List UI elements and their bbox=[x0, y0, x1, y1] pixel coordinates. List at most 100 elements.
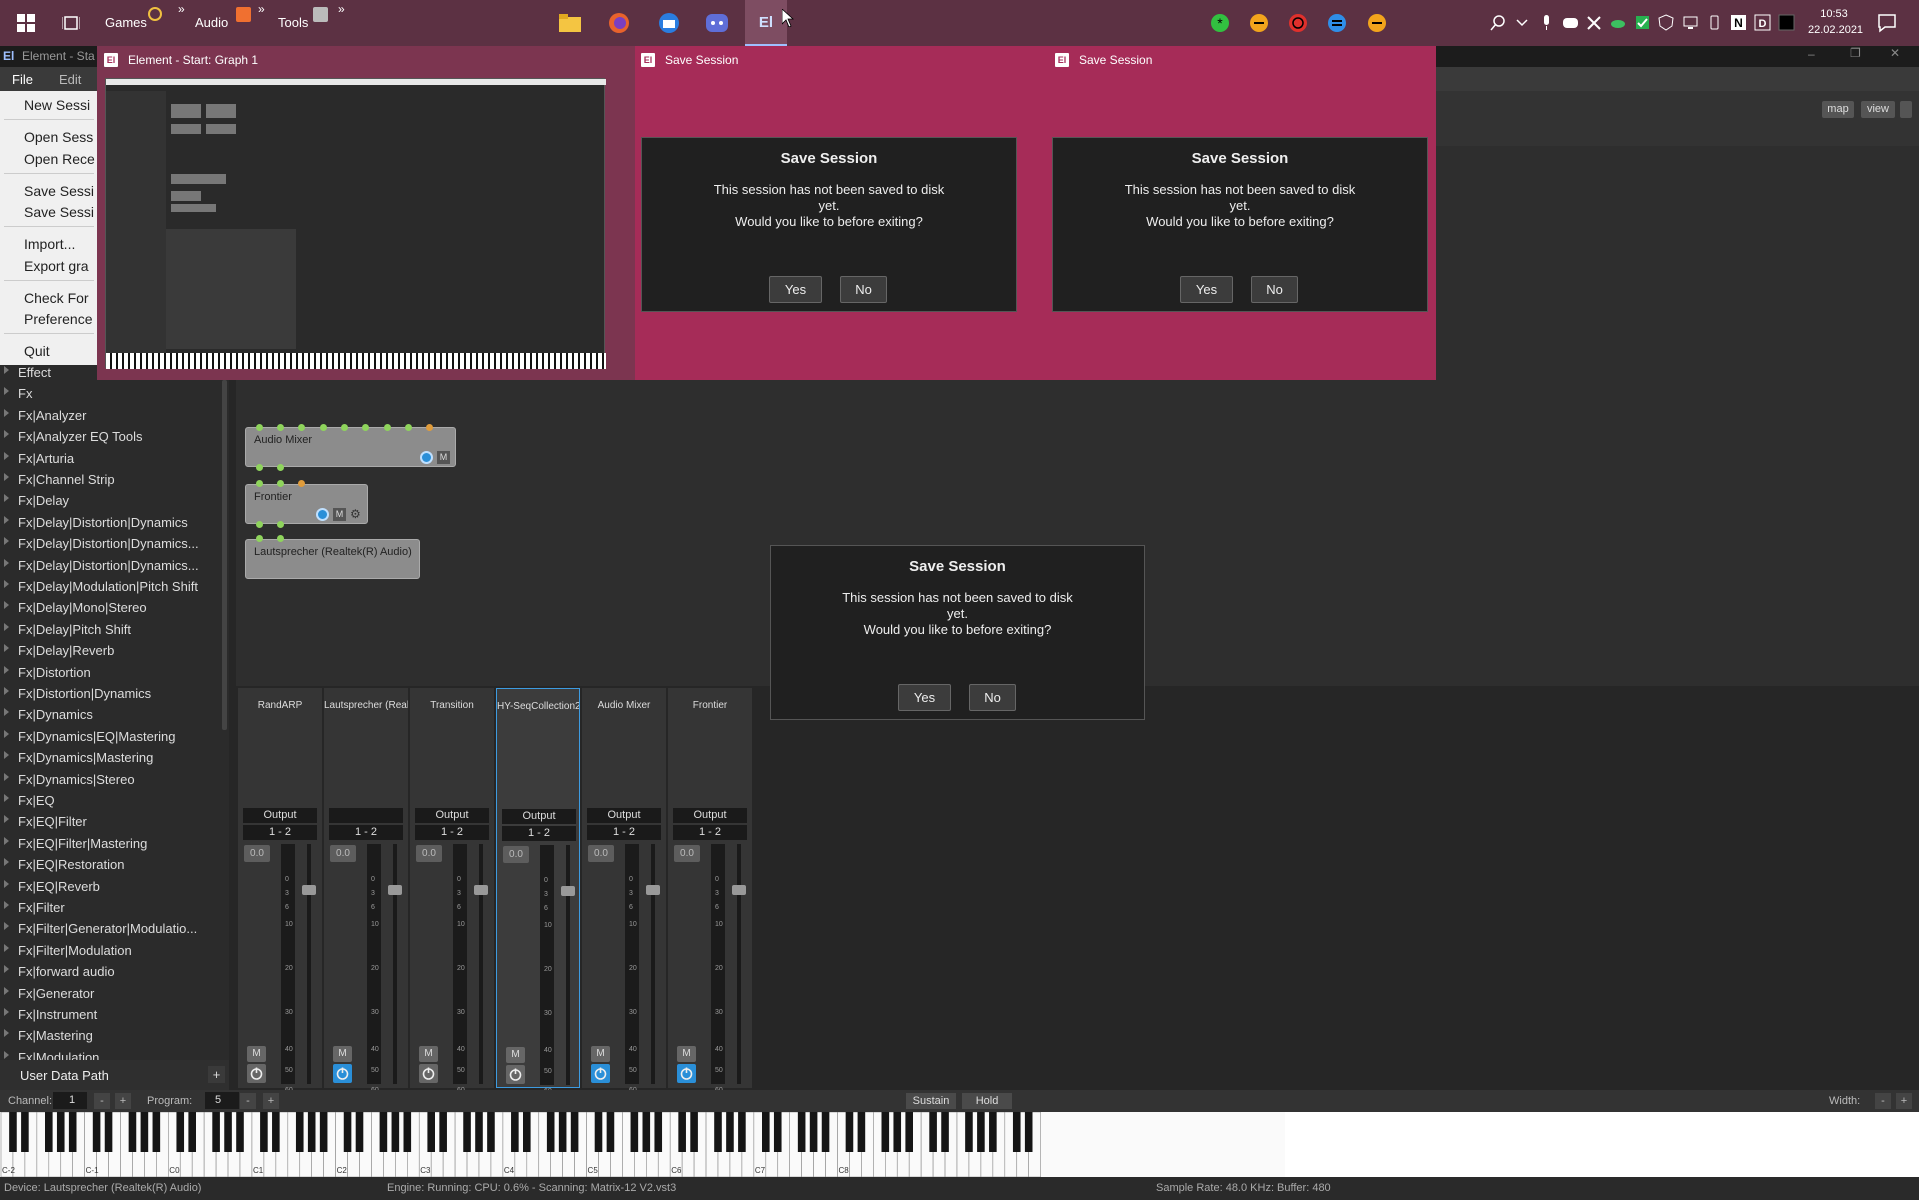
expand-arrow-icon[interactable] bbox=[4, 794, 9, 802]
black-key[interactable] bbox=[152, 1112, 161, 1152]
chevron-right-icon[interactable]: » bbox=[258, 2, 265, 16]
input-port[interactable] bbox=[277, 464, 284, 471]
expand-arrow-icon[interactable] bbox=[4, 558, 9, 567]
expand-arrow-icon[interactable] bbox=[4, 601, 9, 610]
mute-button[interactable]: M bbox=[591, 1046, 610, 1062]
sidebar-category-item[interactable]: Fx|Delay|Mono|Stereo bbox=[0, 597, 229, 618]
output-select[interactable]: Output bbox=[243, 808, 317, 823]
output-select[interactable]: Output bbox=[587, 808, 661, 823]
clock[interactable]: 10:53 22.02.2021 bbox=[1808, 6, 1863, 38]
power-icon[interactable] bbox=[316, 508, 329, 521]
menu-check-for-updates[interactable]: Check For bbox=[24, 290, 89, 306]
sidebar-category-item[interactable]: Fx|Generator bbox=[0, 983, 229, 1004]
black-key[interactable] bbox=[762, 1112, 770, 1152]
sidebar-category-item[interactable]: Fx|Delay|Pitch Shift bbox=[0, 619, 229, 640]
menu-file[interactable]: File bbox=[12, 72, 33, 87]
expand-arrow-icon[interactable] bbox=[4, 366, 9, 374]
discord-button[interactable] bbox=[703, 0, 731, 46]
usb-tray-icon[interactable] bbox=[1706, 14, 1723, 31]
black-key[interactable] bbox=[343, 1112, 352, 1152]
sustain-button[interactable]: Sustain bbox=[906, 1093, 956, 1109]
sidebar-category-item[interactable]: Fx|Modulation bbox=[0, 1047, 229, 1060]
black-key[interactable] bbox=[630, 1112, 639, 1152]
black-key[interactable] bbox=[475, 1112, 483, 1152]
mixer-strip[interactable]: FrontierOutput1 - 20.0036102030405060M bbox=[668, 688, 752, 1094]
yes-button[interactable]: Yes bbox=[1180, 276, 1233, 303]
n-tray-icon[interactable]: N bbox=[1730, 14, 1747, 31]
input-port[interactable] bbox=[256, 521, 263, 528]
expand-arrow-icon[interactable] bbox=[4, 879, 9, 888]
black-key[interactable] bbox=[857, 1112, 866, 1152]
expand-arrow-icon[interactable] bbox=[4, 494, 9, 503]
node-frontier[interactable]: Frontier M ⚙ bbox=[245, 484, 368, 524]
output-port[interactable] bbox=[298, 480, 305, 487]
microphone-icon[interactable] bbox=[1538, 14, 1555, 31]
black-key[interactable] bbox=[714, 1112, 722, 1152]
black-key[interactable] bbox=[941, 1112, 949, 1152]
gain-value[interactable]: 0.0 bbox=[674, 845, 700, 862]
chevron-right-icon[interactable]: » bbox=[178, 2, 185, 16]
sidebar-category-item[interactable]: Fx|Channel Strip bbox=[0, 469, 229, 490]
power-button[interactable] bbox=[506, 1065, 525, 1084]
sidebar-category-item[interactable]: Fx|EQ|Reverb bbox=[0, 876, 229, 897]
output-port[interactable] bbox=[426, 424, 433, 431]
sidebar-category-item[interactable]: Fx|Dynamics|Mastering bbox=[0, 747, 229, 768]
node-audio-mixer[interactable]: Audio Mixer M bbox=[245, 427, 456, 467]
sidebar-category-item[interactable]: Fx|Delay bbox=[0, 490, 229, 511]
keyboard-keys[interactable]: C-2 C-1 C0 C1 C2 C3 C4 C5 C6 C7 C8 bbox=[0, 1111, 1919, 1178]
menu-save-session[interactable]: Save Sessi bbox=[24, 183, 94, 199]
black-key[interactable] bbox=[104, 1112, 113, 1152]
black-key[interactable] bbox=[989, 1112, 997, 1152]
tray-app-green[interactable]: * bbox=[1209, 0, 1231, 46]
menu-import[interactable]: Import... bbox=[24, 236, 75, 252]
program-value[interactable]: 5 bbox=[205, 1092, 239, 1109]
black-key[interactable] bbox=[654, 1112, 663, 1152]
gain-value[interactable]: 0.0 bbox=[416, 845, 442, 862]
input-port[interactable] bbox=[362, 424, 369, 431]
expand-arrow-icon[interactable] bbox=[4, 729, 9, 738]
file-explorer-button[interactable] bbox=[556, 0, 584, 46]
mixer-strip[interactable]: Lautsprecher (Realt... 1 - 2 0.0 0 3 6 10 20 30 4… bbox=[324, 688, 408, 1094]
expand-arrow-icon[interactable] bbox=[4, 580, 9, 588]
input-port[interactable] bbox=[405, 424, 412, 431]
volume-fader-handle[interactable] bbox=[561, 886, 575, 896]
expand-arrow-icon[interactable] bbox=[4, 687, 9, 695]
power-button[interactable] bbox=[333, 1064, 352, 1083]
channel-select[interactable]: 1 - 2 bbox=[243, 825, 317, 840]
mute-button[interactable]: M bbox=[437, 451, 450, 464]
black-key[interactable] bbox=[188, 1112, 196, 1152]
black-key[interactable] bbox=[570, 1112, 579, 1152]
volume-fader-handle[interactable] bbox=[646, 885, 660, 895]
black-key[interactable] bbox=[56, 1112, 65, 1152]
power-button[interactable] bbox=[677, 1064, 696, 1083]
sidebar-category-item[interactable]: Fx|EQ|Filter bbox=[0, 811, 229, 832]
black-key[interactable] bbox=[929, 1112, 937, 1152]
gain-value[interactable]: 0.0 bbox=[244, 845, 270, 862]
output-select[interactable] bbox=[329, 808, 403, 823]
menu-save-session-as[interactable]: Save Sessi bbox=[24, 204, 94, 220]
mixer-strip[interactable]: Audio MixerOutput1 - 20.0036102030405060… bbox=[582, 688, 666, 1094]
program-increment[interactable]: + bbox=[263, 1093, 279, 1109]
black-key[interactable] bbox=[439, 1112, 447, 1152]
notifications-icon[interactable] bbox=[1877, 13, 1897, 33]
input-port[interactable] bbox=[277, 535, 284, 542]
volume-fader-track[interactable] bbox=[737, 844, 741, 1084]
black-key[interactable] bbox=[128, 1112, 137, 1152]
volume-fader-handle[interactable] bbox=[474, 885, 488, 895]
volume-fader-track[interactable] bbox=[393, 844, 397, 1084]
black-key[interactable] bbox=[463, 1112, 471, 1152]
input-port[interactable] bbox=[384, 424, 391, 431]
black-key[interactable] bbox=[690, 1112, 698, 1152]
close-icon[interactable]: ✕ bbox=[1890, 46, 1900, 60]
network-tray-icon[interactable] bbox=[1682, 14, 1699, 31]
channel-select[interactable]: 1 - 2 bbox=[587, 825, 661, 840]
user-data-path-label[interactable]: User Data Path bbox=[20, 1068, 109, 1083]
expand-arrow-icon[interactable] bbox=[4, 644, 9, 653]
input-port[interactable] bbox=[256, 480, 263, 487]
chevron-right-icon[interactable]: » bbox=[338, 2, 345, 16]
expand-arrow-icon[interactable] bbox=[4, 1008, 9, 1016]
expand-arrow-icon[interactable] bbox=[4, 815, 9, 824]
mute-button[interactable]: M bbox=[677, 1046, 696, 1062]
expand-arrow-icon[interactable] bbox=[4, 622, 9, 631]
channel-value[interactable]: 1 bbox=[53, 1092, 87, 1109]
